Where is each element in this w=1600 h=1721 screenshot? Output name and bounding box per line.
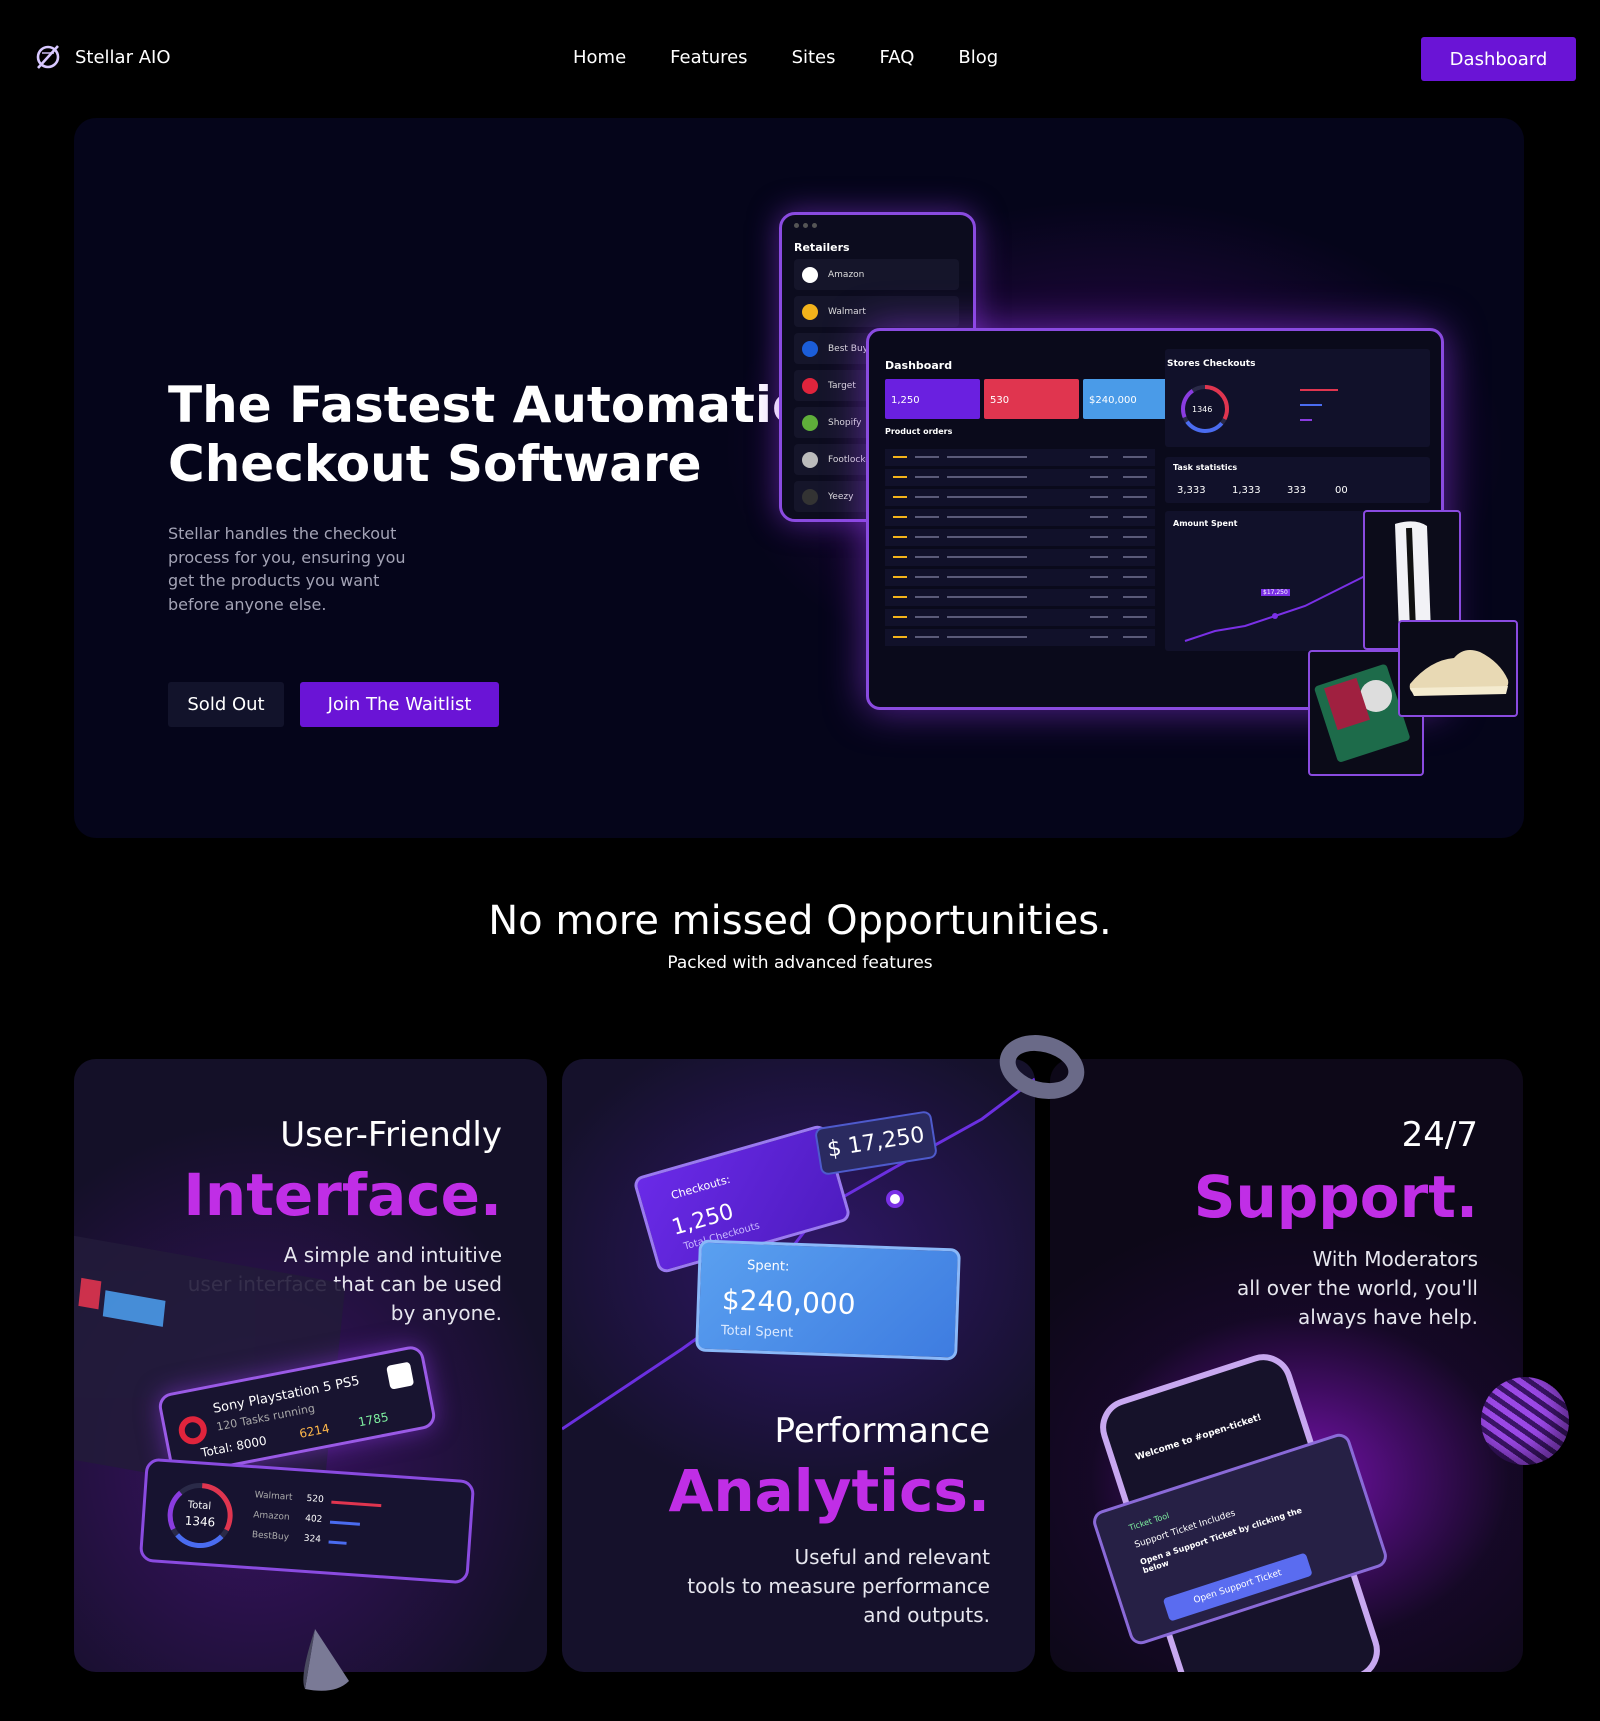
task-stat: 333 — [1287, 485, 1307, 496]
yeezy-shoe-product-image — [1398, 620, 1518, 717]
stores-panel: Stores Checkouts 1346 — [1165, 349, 1430, 447]
amazon-icon — [802, 266, 818, 283]
order-row — [885, 449, 1155, 466]
feature-big-title: Interface. — [183, 1161, 502, 1229]
stores-card: Total 1346 Walmart 520 Amazon 402 BestBu… — [138, 1457, 476, 1585]
nav-faq[interactable]: FAQ — [880, 47, 915, 68]
feature-pre-title: 24/7 — [1401, 1115, 1478, 1155]
yeezy-icon — [802, 488, 818, 505]
bestbuy-icon — [802, 340, 818, 357]
checkouts-label: Checkouts: — [669, 1172, 732, 1203]
ring-label: Total — [187, 1499, 212, 1513]
feature-card-support: 24/7 Support. With Moderators all over t… — [1050, 1059, 1523, 1672]
nav-links: Home Features Sites FAQ Blog — [573, 47, 1042, 68]
stores-checkouts-title: Stores Checkouts — [1167, 359, 1256, 369]
feature-big-title: Analytics. — [668, 1457, 990, 1525]
order-row — [885, 589, 1155, 606]
feature-body: With Moderators all over the world, you'… — [1236, 1247, 1478, 1329]
task-stat: 3,333 — [1177, 485, 1206, 496]
feature-body: Useful and relevant tools to measure per… — [687, 1545, 990, 1627]
task-total: Total: 8000 — [199, 1433, 268, 1460]
spent-label: Spent: — [746, 1258, 790, 1275]
task-stat: 1,333 — [1232, 485, 1261, 496]
hero-section: The Fastest Automation Checkout Software… — [74, 118, 1524, 838]
spent-float-card: Spent: $240,000 Total Spent — [695, 1239, 961, 1361]
amount-spent-title: Amount Spent — [1173, 519, 1238, 528]
dashboard-button[interactable]: Dashboard — [1421, 37, 1576, 81]
target-icon — [802, 377, 818, 394]
nav-blog[interactable]: Blog — [958, 47, 998, 68]
task-statistics-title: Task statistics — [1173, 463, 1238, 472]
dashboard-mock-title: Dashboard — [885, 359, 953, 372]
section-subtitle: Packed with advanced features — [667, 953, 933, 973]
product-orders-title: Product orders — [885, 427, 953, 436]
spent-point-label: $17,250 — [1261, 589, 1290, 596]
window-dots — [794, 223, 817, 228]
retailer-item: Amazon — [794, 259, 959, 290]
section-title: No more missed Opportunities. — [488, 898, 1112, 944]
feature-card-analytics: Checkouts: 1,250 Total Checkouts $ 17,25… — [562, 1059, 1035, 1672]
footlocker-icon — [802, 451, 818, 468]
cone-decoration — [303, 1629, 349, 1691]
feature-card-interface: User-Friendly Interface. A simple and in… — [74, 1059, 547, 1672]
order-row — [885, 529, 1155, 546]
join-waitlist-button[interactable]: Join The Waitlist — [300, 682, 499, 727]
order-row — [885, 469, 1155, 486]
store-value: 520 — [306, 1493, 325, 1506]
store-label: Walmart — [254, 1490, 293, 1503]
spent-value: $240,000 — [721, 1283, 857, 1321]
order-row — [885, 549, 1155, 566]
store-label: Amazon — [252, 1510, 290, 1523]
nav-sites[interactable]: Sites — [792, 47, 836, 68]
order-row — [885, 609, 1155, 626]
hero-title-line1: The Fastest Automation — [168, 376, 842, 434]
order-row — [885, 509, 1155, 526]
store-value: 324 — [303, 1533, 322, 1546]
brand[interactable]: Stellar AIO — [33, 42, 171, 72]
task-checks: 1785 — [356, 1409, 390, 1430]
sold-out-button[interactable]: Sold Out — [168, 682, 284, 727]
stellar-logo-icon — [36, 45, 60, 69]
sneaker-icon — [1409, 650, 1509, 696]
total-value: 1346 — [1192, 405, 1213, 414]
hero-subtitle: Stellar handles the checkout process for… — [168, 524, 406, 614]
hero-title-line2: Checkout Software — [168, 435, 702, 493]
store-label: BestBuy — [251, 1530, 290, 1543]
task-stat: 00 — [1335, 485, 1348, 496]
feature-pre-title: User-Friendly — [280, 1115, 502, 1155]
sphere-decoration — [1481, 1377, 1569, 1465]
task-stats-panel: Task statistics 3,333 1,333 333 00 — [1165, 457, 1430, 503]
retailers-title: Retailers — [794, 241, 850, 254]
nav-home[interactable]: Home — [573, 47, 626, 68]
ticket-tool-label: Ticket Tool — [1127, 1511, 1171, 1533]
declines-card: 530 — [984, 379, 1079, 419]
order-row — [885, 489, 1155, 506]
nav-features[interactable]: Features — [670, 47, 747, 68]
checkouts-card: 1,250 — [885, 379, 980, 419]
play-icon[interactable] — [386, 1361, 415, 1390]
ring-value: 1346 — [184, 1513, 216, 1530]
order-row — [885, 629, 1155, 646]
feature-pre-title: Performance — [774, 1411, 990, 1451]
ticket-welcome: Welcome to #open-ticket! — [1134, 1412, 1263, 1463]
walmart-icon — [802, 303, 818, 320]
spent-card: $240,000 — [1083, 379, 1178, 419]
brand-name: Stellar AIO — [75, 46, 171, 68]
order-row — [885, 569, 1155, 586]
shopify-icon — [802, 414, 818, 431]
feature-big-title: Support. — [1193, 1163, 1478, 1231]
retailer-item: Walmart — [794, 296, 959, 327]
target-logo-icon — [176, 1413, 210, 1447]
task-carts: 6214 — [298, 1421, 331, 1441]
spent-sub: Total Spent — [720, 1323, 794, 1341]
top-nav: Stellar AIO Home Features Sites FAQ Blog… — [0, 0, 1600, 118]
store-value: 402 — [304, 1513, 323, 1526]
